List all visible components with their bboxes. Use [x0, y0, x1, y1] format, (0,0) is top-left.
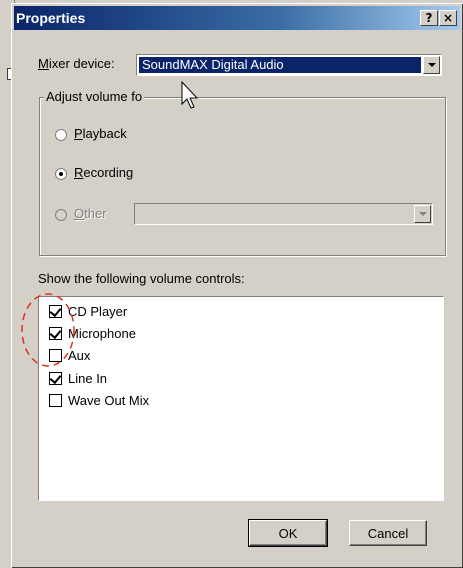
annotation-circle [21, 293, 75, 367]
annotation-overlay [21, 80, 199, 367]
mouse-cursor-icon [181, 80, 199, 109]
